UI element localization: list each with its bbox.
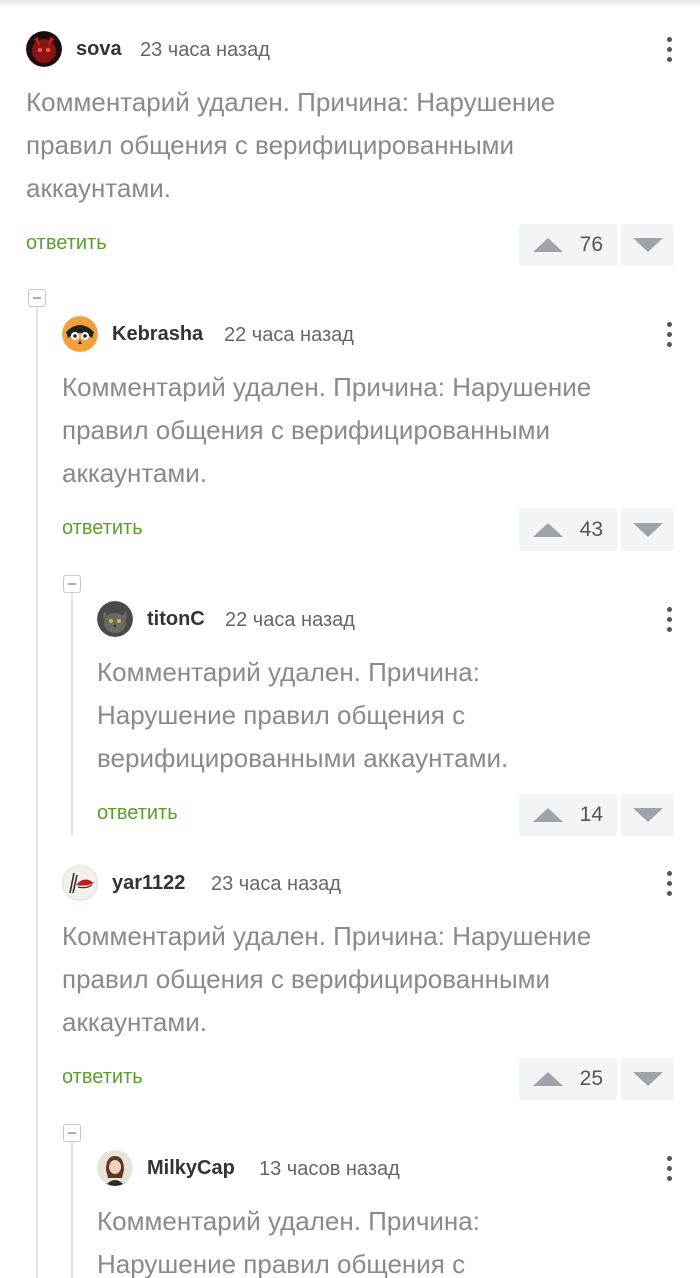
comment-author[interactable]: titonC xyxy=(147,608,205,631)
avatar[interactable] xyxy=(62,865,98,901)
upvote-button[interactable]: 76 xyxy=(519,224,617,266)
comment-text: Комментарий удален. Причина: Нарушение п… xyxy=(62,921,592,1037)
upvote-triangle-icon xyxy=(533,1072,563,1086)
more-vertical-icon[interactable] xyxy=(664,31,674,67)
reply-link[interactable]: ответить xyxy=(62,1066,143,1089)
thread-line-level2 xyxy=(71,592,73,836)
comment: titonC 22 часа назад Комментарий удален.… xyxy=(97,601,674,836)
more-vertical-icon[interactable] xyxy=(664,865,674,901)
upvote-button[interactable]: 25 xyxy=(519,1058,617,1100)
upvote-button[interactable]: 43 xyxy=(519,509,617,551)
comment: Kebrasha 22 часа назад Комментарий удале… xyxy=(62,316,674,551)
comment-time: 22 часа назад xyxy=(224,324,354,346)
upvote-button[interactable]: 14 xyxy=(519,794,617,836)
collapse-toggle[interactable] xyxy=(63,1124,81,1142)
downvote-triangle-icon xyxy=(633,1072,663,1086)
vote-count: 14 xyxy=(579,803,603,826)
comment: yar1122 23 часа назад Комментарий удален… xyxy=(62,865,674,1100)
comment: sova 23 часа назад Комментарий удален. П… xyxy=(26,31,674,266)
downvote-button[interactable] xyxy=(621,509,674,551)
vote-count: 25 xyxy=(579,1067,603,1090)
comment-header: titonC 22 часа назад xyxy=(97,601,674,637)
reply-link[interactable]: ответить xyxy=(62,517,143,540)
upvote-triangle-icon xyxy=(533,238,563,252)
downvote-button[interactable] xyxy=(621,1058,674,1100)
comment-text: Комментарий удален. Причина: Нарушение п… xyxy=(62,372,592,488)
comment-footer: ответить 76 xyxy=(26,224,674,266)
reply-link[interactable]: ответить xyxy=(26,232,107,255)
comment-text: Комментарий удален. Причина: Нарушение п… xyxy=(26,87,556,203)
more-vertical-icon[interactable] xyxy=(664,1150,674,1186)
comment-footer: ответить 43 xyxy=(62,509,674,551)
reply-link[interactable]: ответить xyxy=(97,802,178,825)
collapse-toggle[interactable] xyxy=(63,575,81,593)
vote-count: 76 xyxy=(579,233,603,256)
avatar[interactable] xyxy=(97,601,133,637)
comment-author[interactable]: Kebrasha xyxy=(112,323,203,346)
thread-line-level2 xyxy=(71,1141,73,1278)
comment-text: Комментарий удален. Причина: Нарушение п… xyxy=(97,1206,480,1278)
upvote-triangle-icon xyxy=(533,808,563,822)
avatar[interactable] xyxy=(26,31,62,67)
vote-count: 43 xyxy=(579,518,603,541)
comment-time: 23 часа назад xyxy=(140,39,270,61)
downvote-triangle-icon xyxy=(633,523,663,537)
comment-header: MilkyCap 13 часов назад xyxy=(97,1150,674,1186)
top-divider xyxy=(0,0,700,8)
comment: MilkyCap 13 часов назад Комментарий удал… xyxy=(97,1150,674,1278)
downvote-button[interactable] xyxy=(621,224,674,266)
comment-author[interactable]: MilkyCap xyxy=(147,1157,235,1180)
comment-header: sova 23 часа назад xyxy=(26,31,674,67)
thread-line-level1 xyxy=(36,306,38,1278)
avatar[interactable] xyxy=(97,1150,133,1186)
comment-author[interactable]: sova xyxy=(76,38,122,61)
comment-text: Комментарий удален. Причина: Нарушение п… xyxy=(97,657,509,773)
more-vertical-icon[interactable] xyxy=(664,316,674,352)
comment-time: 22 часа назад xyxy=(225,609,355,631)
more-vertical-icon[interactable] xyxy=(664,601,674,637)
comment-author[interactable]: yar1122 xyxy=(112,872,185,895)
comment-header: yar1122 23 часа назад xyxy=(62,865,674,901)
downvote-button[interactable] xyxy=(621,794,674,836)
downvote-triangle-icon xyxy=(633,238,663,252)
comment-time: 13 часов назад xyxy=(259,1158,400,1180)
collapse-toggle[interactable] xyxy=(28,289,46,307)
comment-footer: ответить 14 xyxy=(97,794,674,836)
upvote-triangle-icon xyxy=(533,523,563,537)
comment-header: Kebrasha 22 часа назад xyxy=(62,316,674,352)
comment-footer: ответить 25 xyxy=(62,1058,674,1100)
comment-time: 23 часа назад xyxy=(211,873,341,895)
downvote-triangle-icon xyxy=(633,808,663,822)
avatar[interactable] xyxy=(62,316,98,352)
